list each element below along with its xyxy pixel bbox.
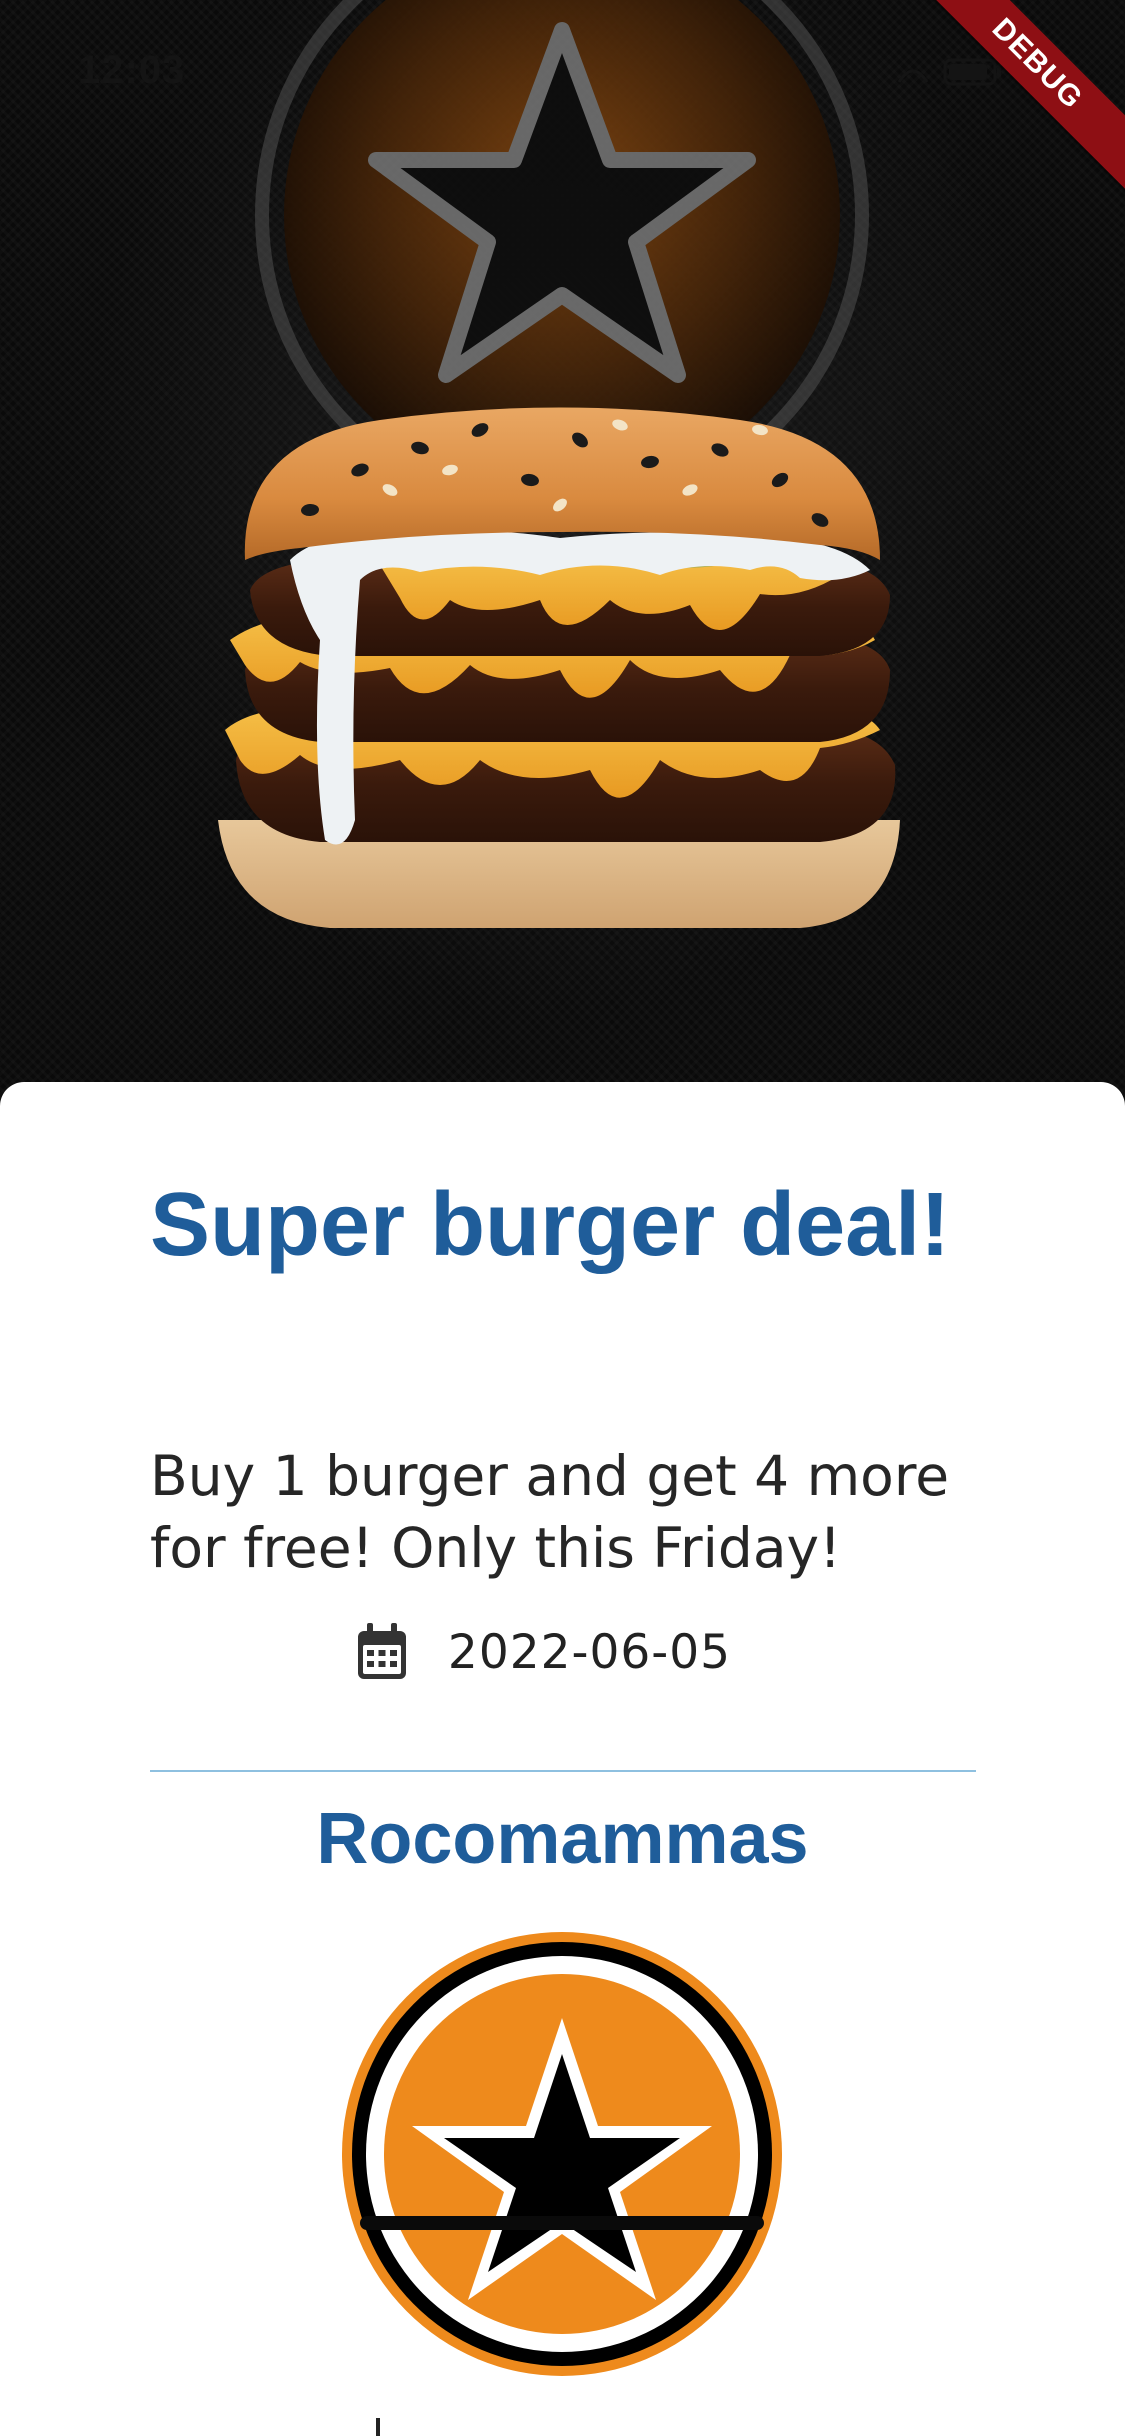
deal-date: 2022-06-05 <box>447 1624 732 1680</box>
battery-icon <box>897 58 1001 86</box>
restaurant-logo-star-icon[interactable] <box>340 1930 785 2378</box>
burger-photo <box>218 0 900 928</box>
deal-card: Super burger deal! Buy 1 burger and get … <box>0 1082 1125 2436</box>
burger-icon <box>218 407 900 928</box>
status-time: 12:03 <box>78 48 186 92</box>
deal-date-row: 2022-06-05 <box>0 1617 1125 1687</box>
divider <box>150 1770 976 1772</box>
hero-image: 12:03 DEBUG <box>0 0 1125 1120</box>
cut-off-content <box>376 2418 380 2436</box>
calendar-icon <box>357 1623 406 1679</box>
deal-description: Buy 1 burger and get 4 more for free! On… <box>150 1444 950 1580</box>
restaurant-name[interactable]: Rocomammas <box>0 1794 1125 1884</box>
deal-detail-screen: 12:03 DEBUG Super burger deal! Buy 1 bur… <box>0 0 1125 2436</box>
home-indicator[interactable] <box>360 2216 764 2230</box>
deal-title: Super burger deal! <box>150 1175 951 1275</box>
